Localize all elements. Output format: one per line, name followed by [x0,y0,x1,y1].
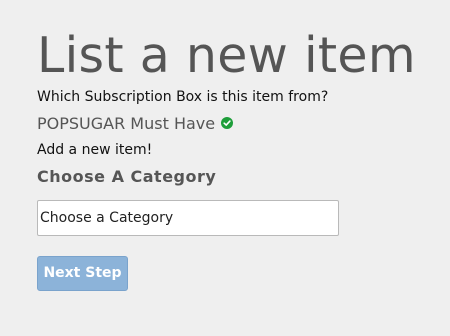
subscription-question: Which Subscription Box is this item from… [37,89,329,105]
category-select-value: Choose a Category [40,210,174,226]
selected-box-name: POPSUGAR Must Have [37,114,216,133]
next-step-button[interactable]: Next Step [37,256,128,291]
selected-box-row: POPSUGAR Must Have [37,114,234,134]
check-circle-icon [221,114,234,129]
page-title: List a new item [37,27,416,84]
category-select[interactable]: Choose a Category [37,200,339,236]
category-heading: Choose A Category [37,167,217,186]
add-item-text: Add a new item! [37,142,153,158]
